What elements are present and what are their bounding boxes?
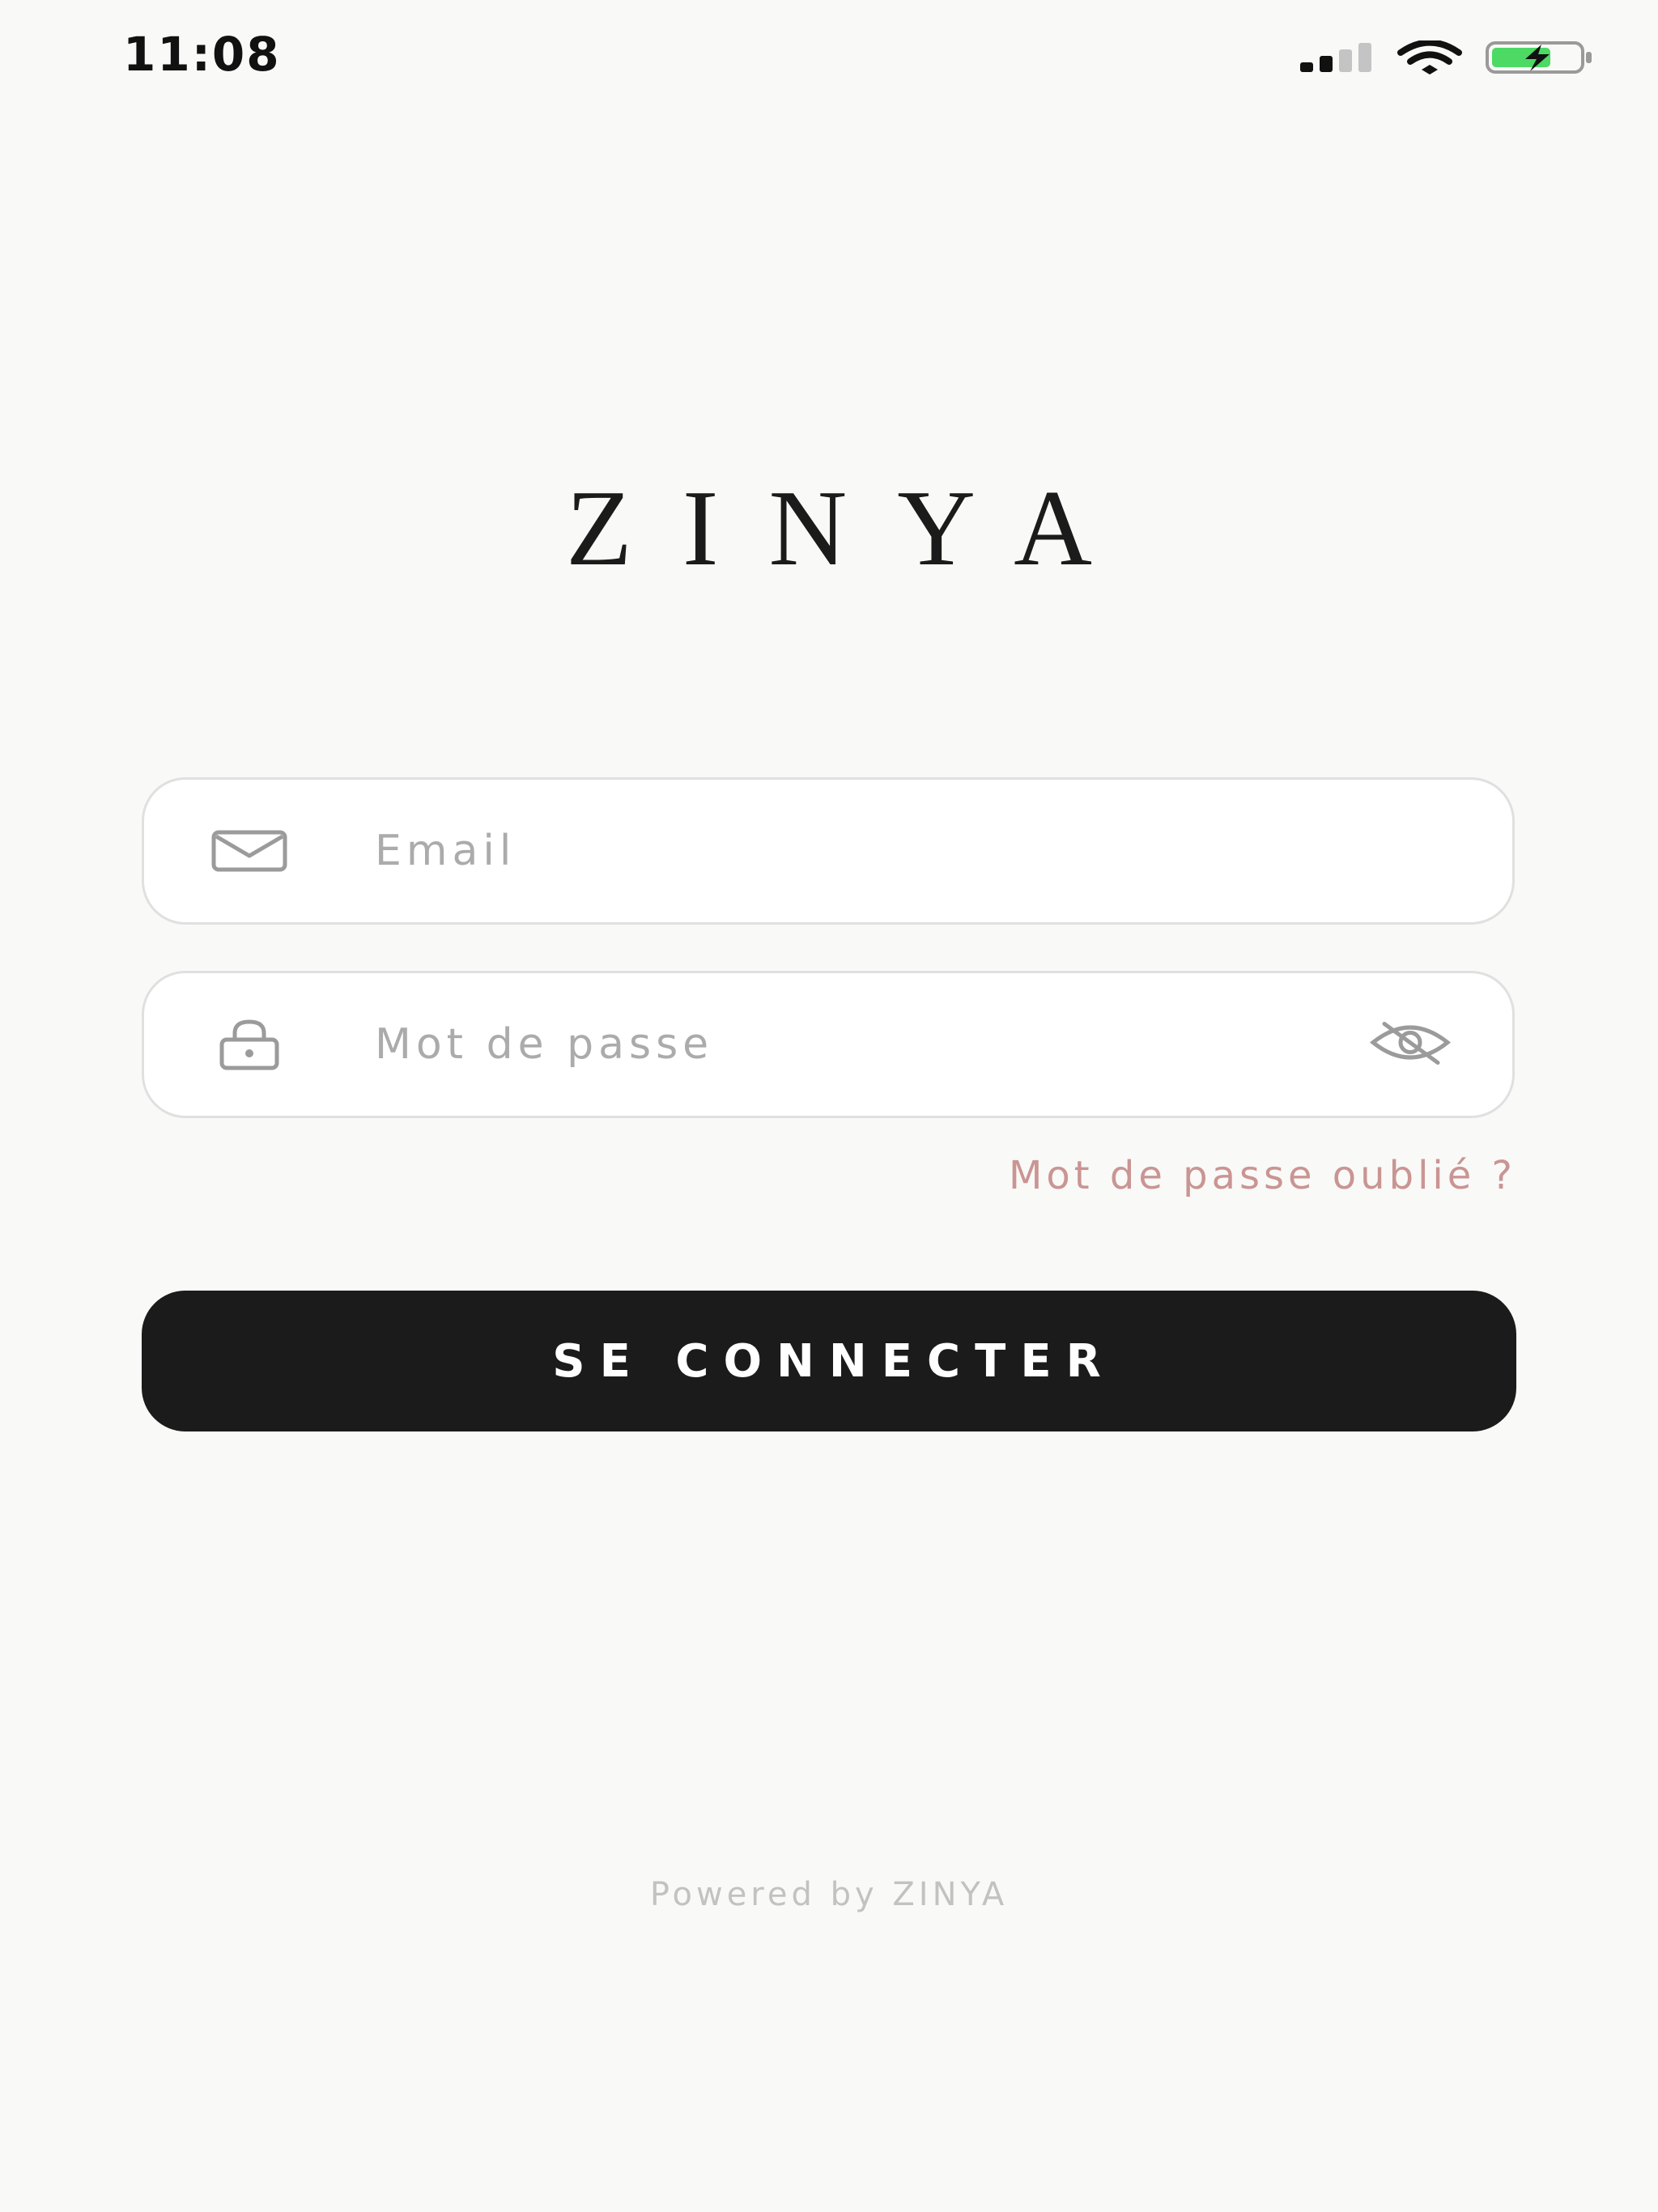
brand-logo: ZINYA [566, 468, 1142, 588]
password-input[interactable] [375, 973, 1367, 1116]
status-time: 11:08 [123, 27, 281, 82]
status-bar: 11:08 [0, 0, 1658, 121]
forgot-password-link[interactable]: Mot de passe oublié ? [1009, 1155, 1516, 1197]
password-field-container [142, 971, 1515, 1118]
email-field-container [142, 777, 1515, 925]
mail-icon [211, 830, 287, 872]
eye-off-icon[interactable] [1370, 1019, 1451, 1070]
battery-charging-icon [1485, 40, 1595, 74]
email-input[interactable] [375, 780, 1367, 922]
lock-icon [211, 1019, 287, 1070]
cellular-signal-icon [1299, 41, 1375, 74]
login-button[interactable]: SE CONNECTER [142, 1291, 1516, 1431]
status-icons [1299, 40, 1595, 74]
powered-by-footer: Powered by ZINYA [649, 1876, 1009, 1913]
wifi-icon [1396, 40, 1464, 74]
